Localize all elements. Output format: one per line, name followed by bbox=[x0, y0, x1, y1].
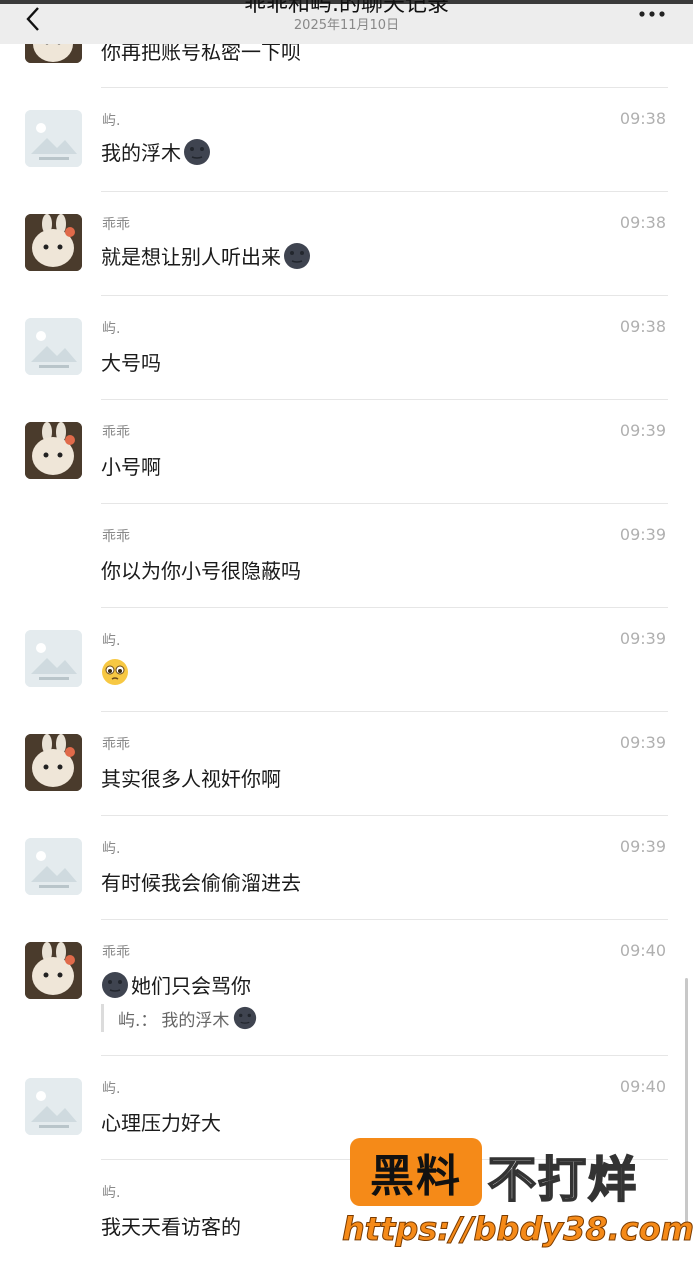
sender-name: 屿. bbox=[102, 321, 121, 337]
avatar[interactable] bbox=[25, 838, 82, 895]
message-row[interactable]: 屿. 09:39 有时候我会偷偷溜进去 bbox=[0, 816, 693, 920]
back-button[interactable] bbox=[18, 2, 48, 36]
chat-history-header: 乖乖和屿.的聊天记录 2025年11月10日 bbox=[0, 0, 693, 44]
watermark: 黑料 不打烊 https://bbdy38.com bbox=[341, 1136, 693, 1264]
new-moon-face-icon bbox=[284, 242, 310, 269]
message-time: 09:40 bbox=[619, 1077, 666, 1096]
new-moon-face-icon bbox=[234, 1006, 257, 1030]
message-text: 大号吗 bbox=[101, 351, 161, 375]
sender-name: 乖乖 bbox=[102, 529, 130, 545]
watermark-text: 不打烊 bbox=[487, 1151, 639, 1209]
chevron-left-icon bbox=[26, 7, 39, 31]
message-row[interactable]: 屿. 09:38 我的浮木 bbox=[0, 88, 693, 192]
message-content: 我的浮木 bbox=[101, 137, 211, 166]
message-text: 我的浮木 bbox=[101, 141, 181, 165]
sender-name: 乖乖 bbox=[102, 425, 130, 441]
message-text: 就是想让别人听出来 bbox=[101, 245, 281, 269]
message-row[interactable]: 乖乖 09:39 其实很多人视奸你啊 bbox=[0, 712, 693, 816]
sender-name: 屿. bbox=[102, 1185, 121, 1201]
message-time: 09:38 bbox=[619, 213, 666, 232]
message-text: 小号啊 bbox=[101, 455, 161, 479]
image-placeholder-icon bbox=[25, 1078, 82, 1135]
message-time: 09:38 bbox=[619, 109, 666, 128]
message-time: 09:39 bbox=[619, 525, 666, 544]
message-text: 我天天看访客的 bbox=[101, 1215, 241, 1239]
avatar[interactable] bbox=[25, 1078, 82, 1135]
message-row[interactable]: 乖乖 09:39 你以为你小号很隐蔽吗 bbox=[0, 504, 693, 608]
sender-name: 屿. bbox=[102, 633, 121, 649]
sender-name: 乖乖 bbox=[102, 945, 130, 961]
avatar[interactable] bbox=[25, 214, 82, 271]
page-date: 2025年11月10日 bbox=[293, 18, 400, 33]
message-row[interactable]: 屿. 09:39 bbox=[0, 608, 693, 712]
message-time: 09:39 bbox=[619, 629, 666, 648]
message-row[interactable]: 屿. 09:38 大号吗 bbox=[0, 296, 693, 400]
sender-name: 乖乖 bbox=[102, 737, 130, 753]
message-row[interactable]: 乖乖 09:40 她们只会骂你 屿.： 我的浮木 bbox=[0, 920, 693, 1056]
more-button[interactable] bbox=[637, 4, 667, 24]
quoted-message[interactable]: 屿.： 我的浮木 bbox=[101, 1004, 257, 1032]
message-time: 09:39 bbox=[619, 733, 666, 752]
sender-name: 屿. bbox=[102, 113, 121, 129]
avatar[interactable] bbox=[25, 630, 82, 687]
image-placeholder-icon bbox=[25, 110, 82, 167]
watermark-url: https://bbdy38.com bbox=[341, 1210, 693, 1249]
avatar[interactable] bbox=[25, 942, 82, 999]
image-placeholder-icon bbox=[25, 838, 82, 895]
new-moon-face-icon bbox=[184, 138, 210, 165]
new-moon-face-icon bbox=[102, 971, 128, 998]
more-dots-icon bbox=[639, 11, 665, 17]
sender-name: 屿. bbox=[102, 841, 121, 857]
message-text: 其实很多人视奸你啊 bbox=[101, 767, 281, 791]
avatar[interactable] bbox=[25, 318, 82, 375]
message-text: 心理压力好大 bbox=[101, 1111, 221, 1135]
quoted-sender: 屿.： bbox=[118, 1010, 158, 1031]
page-title: 乖乖和屿.的聊天记录 bbox=[244, 0, 449, 17]
quoted-text: 我的浮木 bbox=[161, 1010, 230, 1031]
message-content: 就是想让别人听出来 bbox=[101, 241, 311, 270]
message-time: 09:40 bbox=[619, 941, 666, 960]
pleading-face-icon bbox=[102, 659, 128, 685]
message-content: 她们只会骂你 bbox=[101, 970, 251, 999]
avatar[interactable] bbox=[25, 422, 82, 479]
image-placeholder-icon bbox=[25, 630, 82, 687]
message-row[interactable]: 乖乖 09:38 就是想让别人听出来 bbox=[0, 192, 693, 296]
watermark-badge: 黑料 bbox=[350, 1138, 482, 1206]
sender-name: 屿. bbox=[102, 1081, 121, 1097]
message-time: 09:39 bbox=[619, 421, 666, 440]
avatar[interactable] bbox=[25, 734, 82, 791]
avatar[interactable] bbox=[25, 110, 82, 167]
header-title-group: 乖乖和屿.的聊天记录 2025年11月10日 bbox=[120, 0, 573, 34]
image-placeholder-icon bbox=[25, 318, 82, 375]
message-time: 09:39 bbox=[619, 837, 666, 856]
message-time: 09:38 bbox=[619, 317, 666, 336]
message-row[interactable]: 乖乖 09:39 小号啊 bbox=[0, 400, 693, 504]
message-text: 你以为你小号很隐蔽吗 bbox=[101, 559, 301, 583]
message-content bbox=[101, 658, 129, 686]
sender-name: 乖乖 bbox=[102, 217, 130, 233]
message-text: 有时候我会偷偷溜进去 bbox=[101, 871, 301, 895]
message-text: 她们只会骂你 bbox=[131, 974, 251, 998]
